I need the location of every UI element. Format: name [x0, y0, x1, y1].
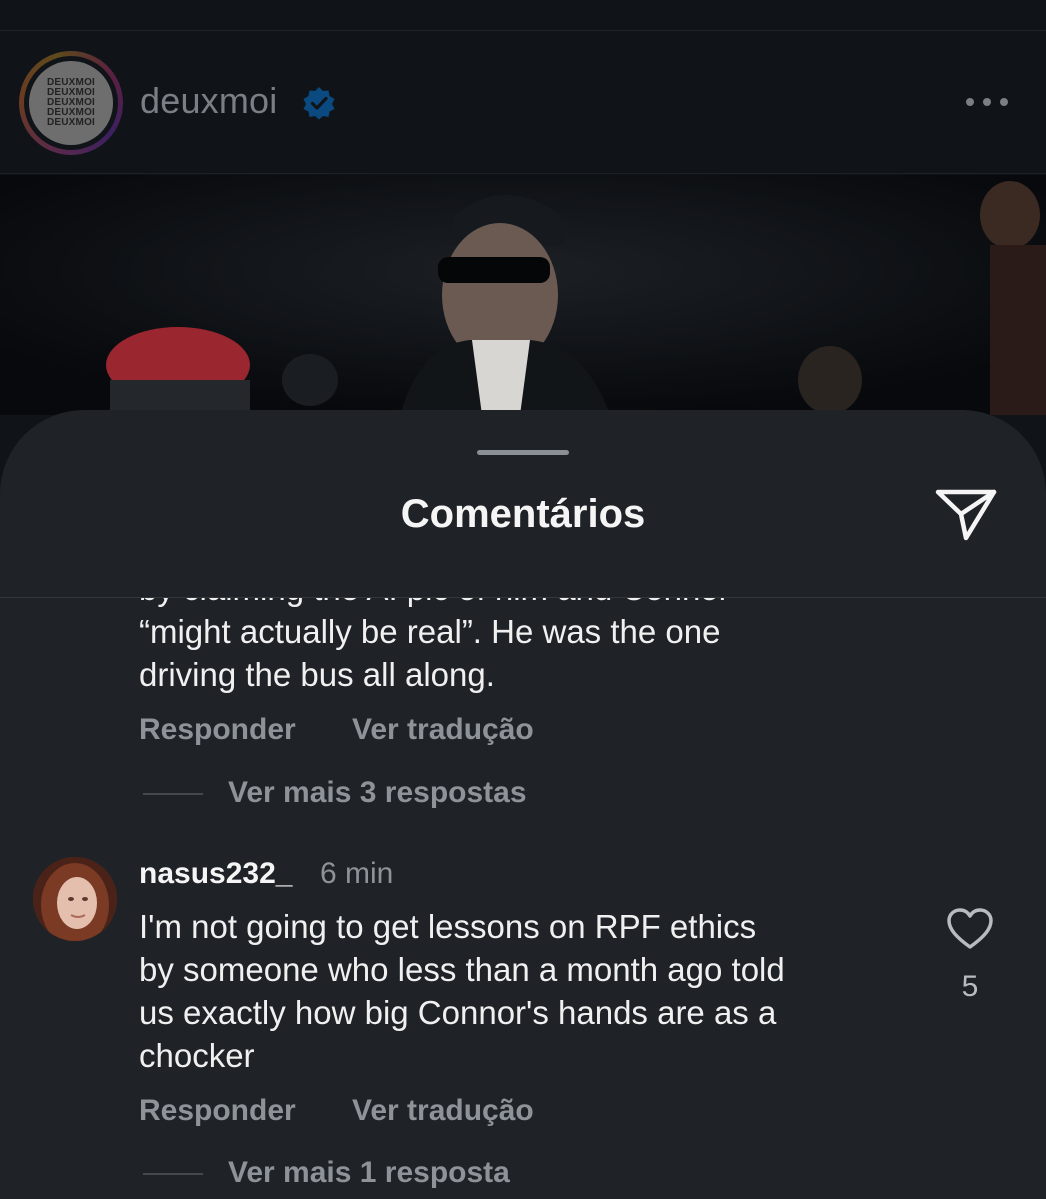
- post-photo: [0, 175, 1046, 415]
- view-replies-button[interactable]: Ver mais 1 resposta: [228, 1156, 510, 1190]
- more-options-icon[interactable]: [962, 92, 1012, 112]
- view-replies-button[interactable]: Ver mais 3 respostas: [228, 776, 527, 810]
- account-avatar[interactable]: DEUXMOI DEUXMOI DEUXMOI DEUXMOI DEUXMOI: [29, 61, 113, 145]
- comment-text-line: us exactly how big Connor's hands are as…: [139, 994, 777, 1031]
- verified-badge-icon: [303, 87, 335, 120]
- comments-list[interactable]: by claiming the AI pic of him and Connor…: [0, 598, 1046, 1199]
- avatar-photo: [33, 857, 117, 941]
- comment-text-line: by someone who less than a month ago tol…: [139, 951, 785, 988]
- comment-text-line: “might actually be real”. He was the one: [139, 613, 721, 650]
- comment-text-line: by claiming the AI pic of him and Connor: [139, 598, 730, 610]
- comment-username[interactable]: nasus232_: [139, 857, 292, 891]
- post-username[interactable]: deuxmoi: [140, 80, 277, 122]
- send-icon[interactable]: [934, 484, 998, 544]
- comment-text-line: driving the bus all along.: [139, 656, 495, 693]
- thread-line: [143, 1173, 203, 1175]
- avatar-logo-line: DEUXMOI: [46, 117, 96, 128]
- heart-icon[interactable]: [946, 907, 994, 951]
- translate-button[interactable]: Ver tradução: [352, 1094, 534, 1128]
- sheet-drag-handle[interactable]: [477, 450, 569, 455]
- reply-button[interactable]: Responder: [139, 713, 296, 747]
- comment-text-line: I'm not going to get lessons on RPF ethi…: [139, 908, 757, 945]
- thread-line: [143, 793, 203, 795]
- like-count: 5: [961, 970, 979, 1003]
- comment-timestamp: 6 min: [320, 857, 394, 890]
- reply-button[interactable]: Responder: [139, 1094, 296, 1128]
- translate-button[interactable]: Ver tradução: [352, 713, 534, 747]
- sheet-title: Comentários: [400, 492, 646, 536]
- comment-text-line: chocker: [139, 1037, 255, 1074]
- commenter-avatar[interactable]: [33, 857, 117, 941]
